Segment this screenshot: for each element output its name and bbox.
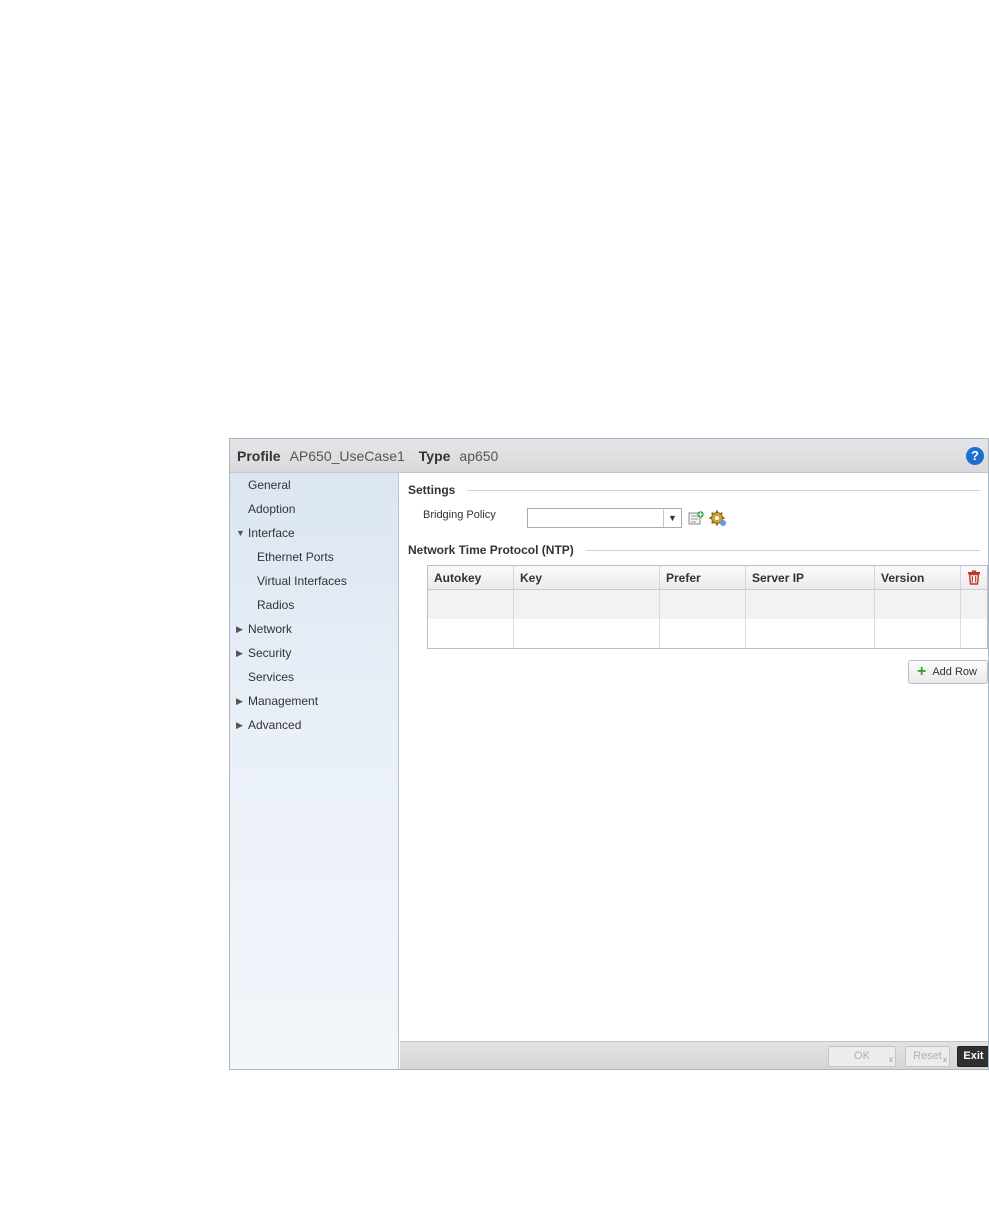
settings-title: Settings: [408, 483, 456, 497]
sidebar-item-general[interactable]: General: [230, 474, 398, 496]
add-row-button[interactable]: + Add Row: [908, 660, 988, 684]
column-header-server-ip[interactable]: Server IP: [746, 566, 875, 589]
table-cell[interactable]: [746, 590, 875, 619]
sidebar-item-label: General: [248, 478, 291, 492]
sidebar-item-label: Advanced: [248, 718, 302, 732]
create-policy-icon[interactable]: [688, 511, 704, 525]
sidebar-item-label: Adoption: [248, 502, 296, 516]
sidebar-item-adoption[interactable]: Adoption: [230, 498, 398, 520]
reset-button[interactable]: Reset x: [905, 1046, 950, 1067]
footer-bar: OK x Reset x Exit: [400, 1041, 988, 1069]
type-value: ap650: [459, 447, 499, 464]
help-icon[interactable]: ?: [966, 447, 984, 465]
profile-label: Profile: [237, 447, 281, 464]
table-cell[interactable]: [514, 619, 660, 648]
collapsed-arrow-icon: ▶: [236, 623, 243, 634]
ntp-table: Autokey Key Prefer Server IP Version: [427, 565, 988, 649]
sidebar-item-label: Virtual Interfaces: [257, 574, 347, 588]
table-cell[interactable]: [746, 619, 875, 648]
ntp-section-header: Network Time Protocol (NTP): [408, 543, 980, 557]
bridging-policy-label: Bridging Policy: [423, 509, 496, 521]
title-bar: Profile AP650_UseCase1 Type ap650 ?: [230, 439, 988, 473]
sidebar-item-ethernet-ports[interactable]: Ethernet Ports: [230, 546, 398, 568]
table-cell[interactable]: [660, 590, 746, 619]
table-cell[interactable]: [428, 590, 514, 619]
sidebar-item-label: Network: [248, 622, 293, 636]
reset-label: Reset: [913, 1050, 942, 1062]
sidebar-item-label: Management: [248, 694, 319, 708]
column-header-version[interactable]: Version: [875, 566, 961, 589]
clear-icon: x: [889, 1055, 893, 1064]
sidebar-item-label: Ethernet Ports: [257, 550, 334, 564]
sidebar-item-network[interactable]: ▶ Network: [230, 618, 398, 640]
table-row[interactable]: [428, 619, 987, 648]
table-cell[interactable]: [514, 590, 660, 619]
table-cell[interactable]: [428, 619, 514, 648]
collapsed-arrow-icon: ▶: [236, 647, 243, 658]
section-divider: [467, 489, 980, 491]
sidebar-item-management[interactable]: ▶ Management: [230, 690, 398, 712]
sidebar-item-label: Radios: [257, 598, 295, 612]
sidebar-item-interface[interactable]: ▼ Interface: [230, 522, 398, 544]
collapsed-arrow-icon: ▶: [236, 719, 243, 730]
column-header-autokey[interactable]: Autokey: [428, 566, 514, 589]
column-header-prefer[interactable]: Prefer: [660, 566, 746, 589]
table-cell[interactable]: [875, 619, 961, 648]
sidebar-item-label: Security: [248, 646, 292, 660]
table-cell[interactable]: [660, 619, 746, 648]
profile-window: Profile AP650_UseCase1 Type ap650 ? Gene…: [229, 438, 989, 1070]
table-cell: [961, 619, 987, 648]
gear-icon[interactable]: [709, 509, 727, 527]
sidebar-item-label: Interface: [248, 526, 295, 540]
bridging-policy-select[interactable]: ▼: [527, 508, 682, 528]
settings-section-header: Settings: [408, 483, 980, 497]
ok-label: OK: [854, 1050, 870, 1062]
profile-value: AP650_UseCase1: [289, 447, 405, 464]
sidebar-item-security[interactable]: ▶ Security: [230, 642, 398, 664]
table-row[interactable]: [428, 590, 987, 619]
column-header-key[interactable]: Key: [514, 566, 660, 589]
exit-button[interactable]: Exit: [957, 1046, 988, 1067]
sidebar-item-virtual-interfaces[interactable]: Virtual Interfaces: [230, 570, 398, 592]
collapsed-arrow-icon: ▶: [236, 695, 243, 706]
ntp-title: Network Time Protocol (NTP): [408, 543, 574, 557]
add-row-label: Add Row: [932, 666, 977, 678]
sidebar-item-services[interactable]: Services: [230, 666, 398, 688]
expanded-arrow-icon: ▼: [236, 528, 245, 538]
table-header: Autokey Key Prefer Server IP Version: [428, 566, 987, 590]
content-panel: Settings Bridging Policy ▼ Network Time …: [400, 473, 988, 1041]
sidebar-item-label: Services: [248, 670, 295, 684]
clear-icon: x: [943, 1055, 947, 1064]
chevron-down-icon[interactable]: ▼: [663, 509, 681, 527]
sidebar-item-radios[interactable]: Radios: [230, 594, 398, 616]
sidebar-nav: General Adoption ▼ Interface Ethernet Po…: [230, 473, 399, 1069]
plus-icon: +: [917, 663, 927, 680]
ok-button[interactable]: OK x: [828, 1046, 896, 1067]
table-cell: [961, 590, 987, 619]
sidebar-item-advanced[interactable]: ▶ Advanced: [230, 714, 398, 736]
type-label: Type: [418, 447, 451, 464]
section-divider: [585, 549, 980, 551]
table-cell[interactable]: [875, 590, 961, 619]
trash-icon[interactable]: [961, 566, 987, 589]
